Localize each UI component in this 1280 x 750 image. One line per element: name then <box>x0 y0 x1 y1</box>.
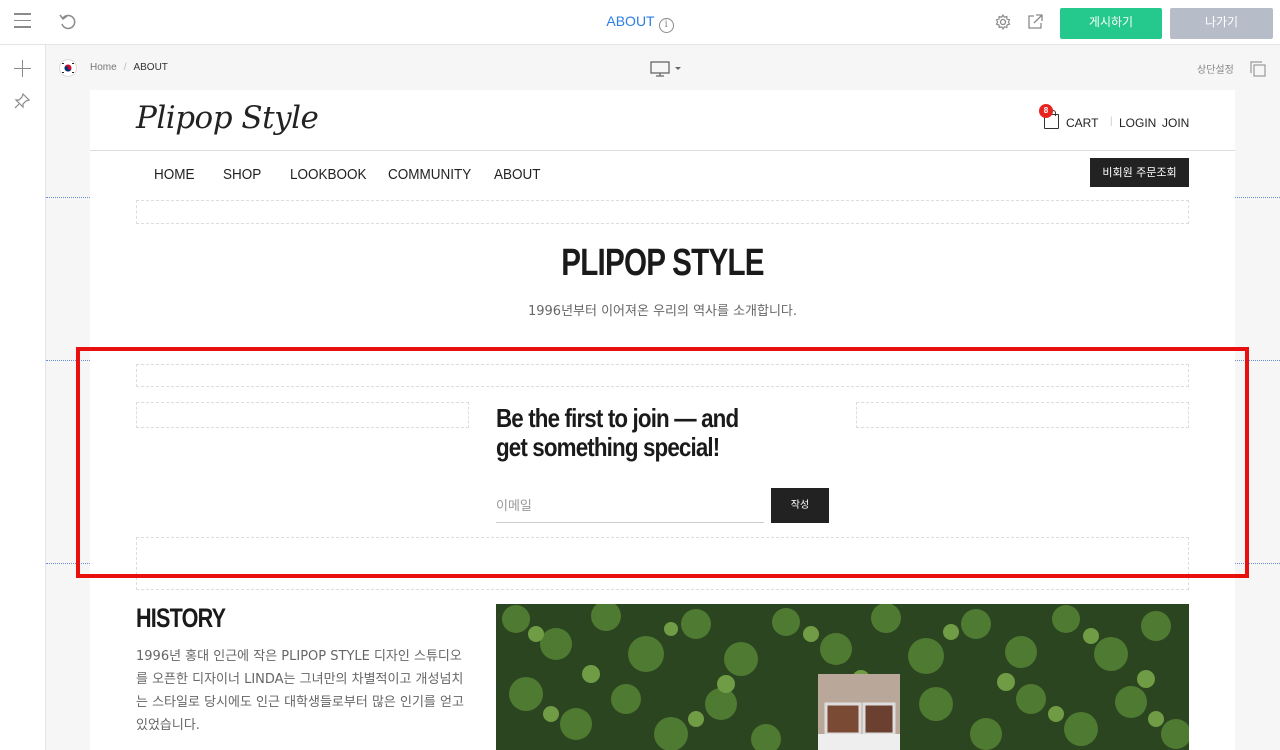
gear-icon[interactable] <box>994 13 1012 35</box>
korea-flag-icon[interactable] <box>60 60 76 76</box>
nav-item-shop[interactable]: SHOP <box>223 166 261 183</box>
left-rail <box>0 45 46 750</box>
cart-link[interactable]: CART <box>1066 116 1098 130</box>
selection-highlight <box>76 347 1249 578</box>
breadcrumb-home[interactable]: Home <box>90 62 117 73</box>
header-divider <box>90 150 1235 151</box>
hero-subtitle: 1996년부터 이어져온 우리의 역사를 소개합니다. <box>527 304 798 319</box>
history-title: HISTORY <box>136 603 226 633</box>
info-icon[interactable]: i <box>658 18 674 33</box>
cart-count-badge: 8 <box>1039 104 1053 118</box>
exit-button[interactable]: 나가기 <box>1170 8 1273 39</box>
nav-item-home[interactable]: HOME <box>154 166 195 183</box>
history-text: 1996년 홍대 인근에 작은 PLIPOP STYLE 디자인 스튜디오를 오… <box>136 649 464 733</box>
nav-item-community[interactable]: COMMUNITY <box>388 166 471 183</box>
external-link-icon[interactable] <box>1026 13 1044 35</box>
nav-item-lookbook[interactable]: LOOKBOOK <box>290 166 367 183</box>
desktop-icon[interactable] <box>650 60 686 82</box>
breadcrumb: Home / ABOUT <box>90 62 168 73</box>
plus-icon[interactable] <box>14 60 31 77</box>
login-link[interactable]: LOGIN <box>1119 116 1156 130</box>
header-settings-link[interactable]: 상단설정 <box>1197 61 1234 76</box>
guest-order-lookup-button[interactable]: 비회원 주문조회 <box>1090 158 1189 187</box>
publish-button[interactable]: 게시하기 <box>1060 8 1162 39</box>
copy-icon[interactable] <box>1249 60 1267 82</box>
page-title-text[interactable]: ABOUT <box>606 13 654 29</box>
nav-item-about[interactable]: ABOUT <box>494 166 541 183</box>
link-separator: | <box>1110 116 1113 127</box>
breadcrumb-separator: / <box>123 62 127 73</box>
hero-title: PLIPOP STYLE <box>561 242 764 284</box>
empty-block[interactable] <box>136 200 1189 224</box>
ivy-wall-image <box>496 604 1189 750</box>
breadcrumb-current: ABOUT <box>133 62 168 73</box>
join-link[interactable]: JOIN <box>1162 116 1189 130</box>
header-links: 8 CART | LOGIN JOIN <box>1039 104 1194 134</box>
pin-icon[interactable] <box>13 92 31 114</box>
editor-toolbar: ABOUT i 게시하기 나가기 <box>0 0 1280 45</box>
site-logo[interactable]: Plipop Style <box>136 100 319 136</box>
